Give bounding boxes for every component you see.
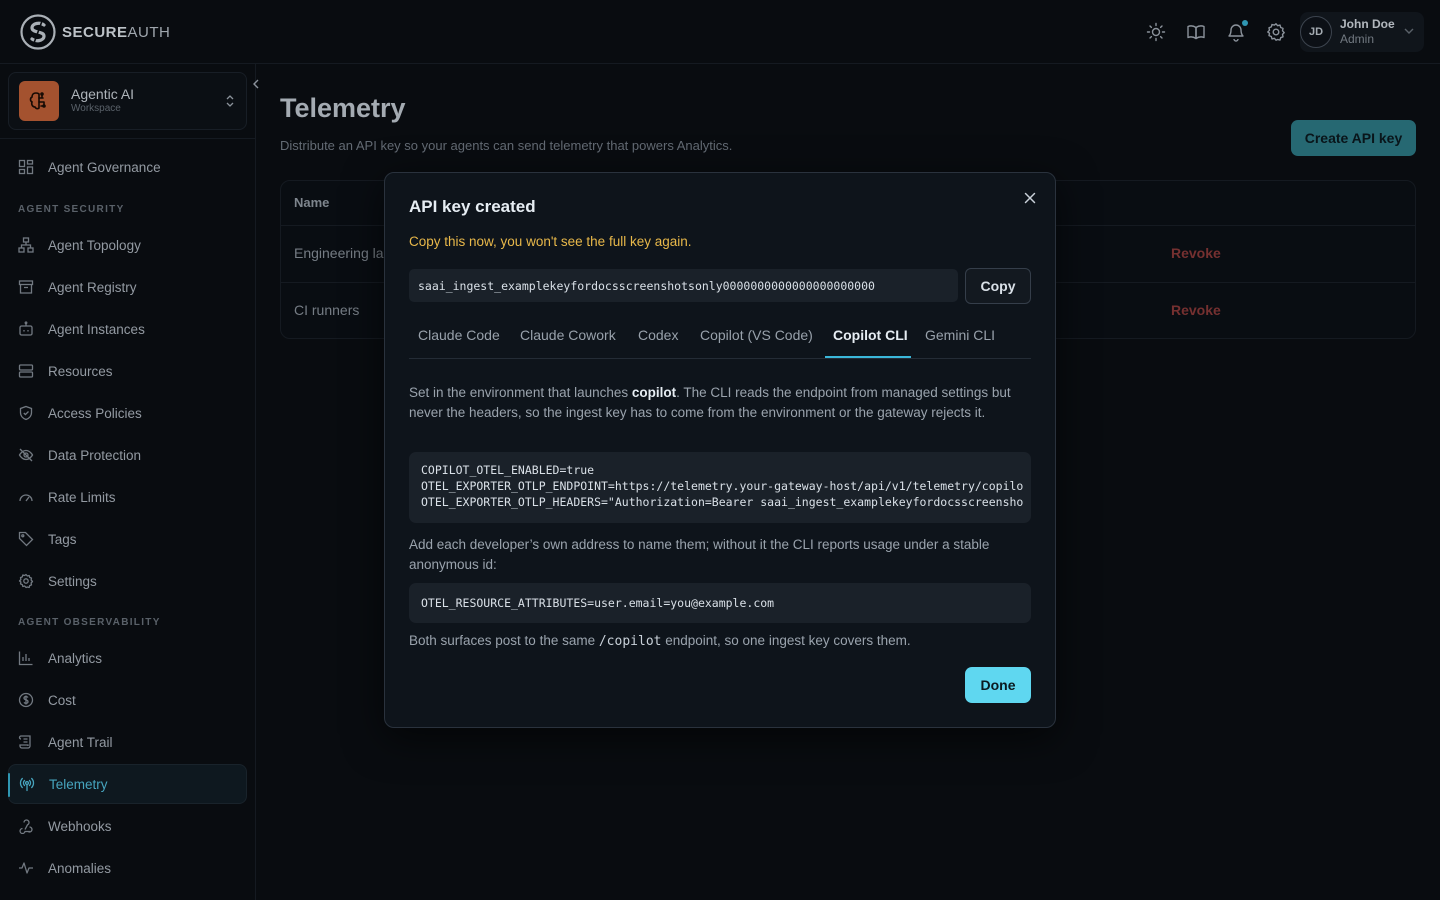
client-tabs: Claude Code Claude Cowork Codex Copilot … [409, 319, 1031, 359]
tab-copilot-cli[interactable]: Copilot CLI [833, 327, 908, 343]
close-button[interactable] [1021, 189, 1039, 207]
env-vars-code-block[interactable]: COPILOT_OTEL_ENABLED=true OTEL_EXPORTER_… [409, 452, 1031, 523]
done-button[interactable]: Done [965, 667, 1031, 703]
api-key-field[interactable]: saai_ingest_examplekeyfordocsscreenshots… [409, 269, 958, 302]
active-tab-indicator [825, 356, 911, 358]
dialog-title: API key created [409, 197, 536, 216]
copilot-command: copilot [631, 385, 677, 400]
resource-attributes-code-block[interactable]: OTEL_RESOURCE_ATTRIBUTES=user.email=you@… [409, 583, 1031, 623]
tab-copilot-vs-code[interactable]: Copilot (VS Code) [700, 327, 813, 343]
identity-text: Add each developer’s own address to name… [409, 537, 990, 572]
tab-claude-code[interactable]: Claude Code [418, 327, 500, 343]
copy-button[interactable]: Copy [965, 268, 1031, 304]
endpoint-path: /copilot [598, 634, 662, 649]
tab-gemini-cli[interactable]: Gemini CLI [925, 327, 995, 343]
copilot-intro-text: Set in the environment that launches cop… [409, 385, 1011, 420]
copy-warning: Copy this now, you won't see the full ke… [409, 234, 692, 249]
footer-text: Both surfaces post to the same /copilot … [409, 633, 911, 649]
tab-codex[interactable]: Codex [638, 327, 678, 343]
api-key-created-dialog: API key created Copy this now, you won't… [384, 172, 1056, 728]
tab-claude-cowork[interactable]: Claude Cowork [520, 327, 616, 343]
close-icon [1024, 192, 1036, 204]
